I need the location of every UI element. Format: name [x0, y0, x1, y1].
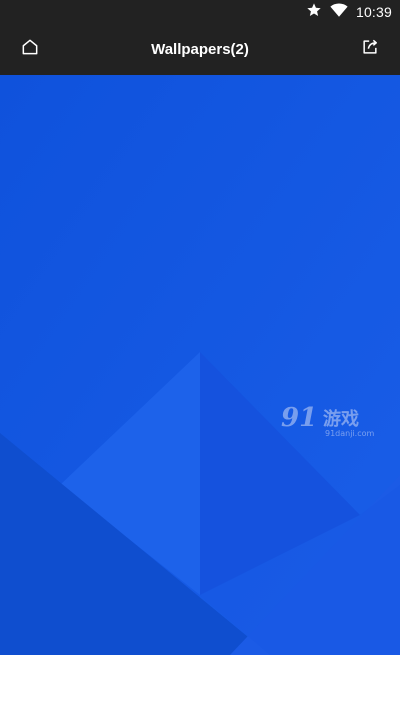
wifi-icon [330, 2, 348, 23]
share-button[interactable] [358, 37, 382, 61]
watermark-name: 游戏 [323, 409, 359, 430]
status-time: 10:39 [355, 4, 392, 20]
bottom-area [0, 655, 400, 711]
watermark: 91 游戏 91danji.com [281, 403, 381, 443]
app-bar: Wallpapers(2) [0, 24, 400, 75]
watermark-logo: 91 [281, 403, 318, 433]
status-bar: 10:39 [0, 0, 400, 24]
star-icon [306, 2, 322, 23]
wallpaper-preview[interactable]: 91 游戏 91danji.com [0, 75, 400, 655]
watermark-url: 91danji.com [325, 429, 375, 438]
page-title: Wallpapers(2) [151, 41, 249, 58]
status-icons: 10:39 [306, 0, 392, 24]
wallpaper-image [0, 75, 400, 655]
share-icon [360, 37, 380, 62]
